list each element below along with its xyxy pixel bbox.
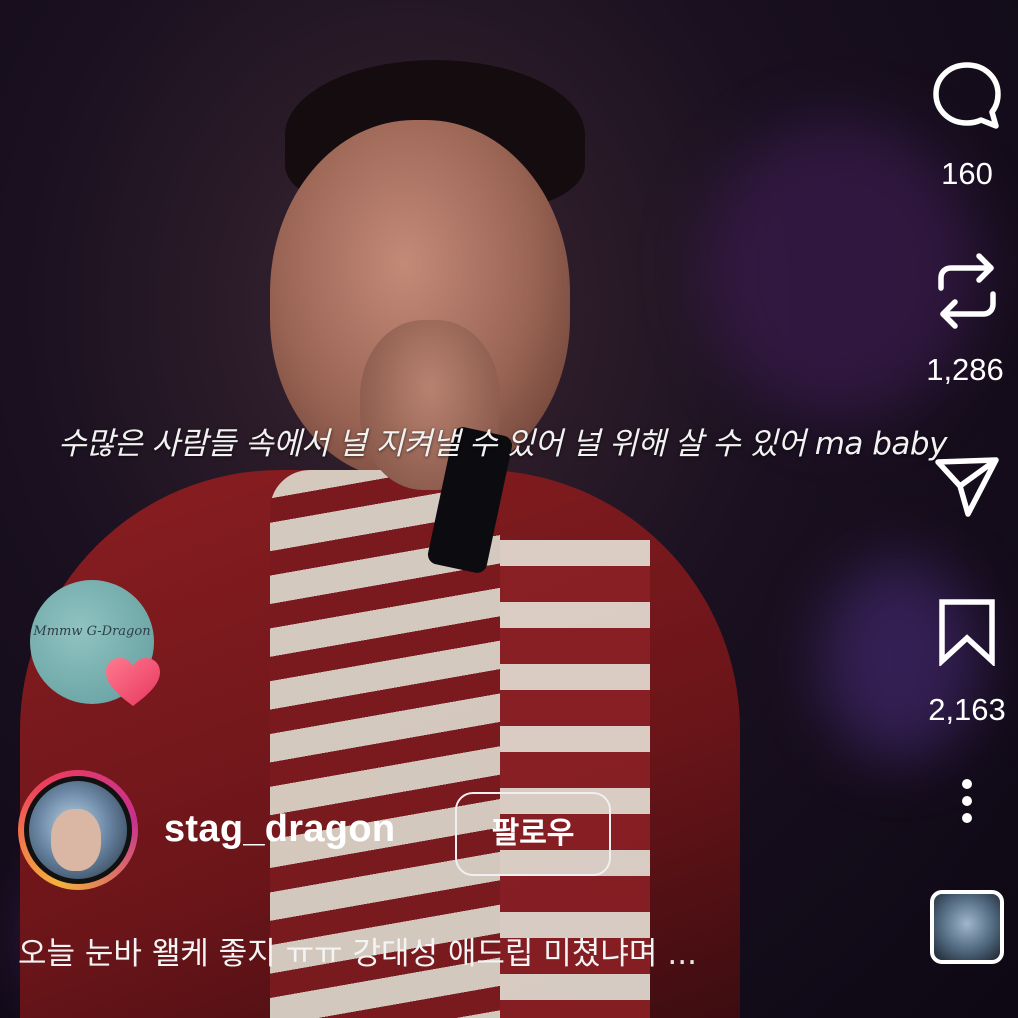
more-vertical-icon [962, 779, 972, 823]
reel-viewer[interactable]: 수많은 사람들 속에서 널 지켜낼 수 있어 널 위해 살 수 있어 ma ba… [0, 0, 1018, 1018]
heart-icon [106, 658, 160, 706]
creator-row: stag_dragon 팔로우 [18, 770, 718, 890]
more-options-button[interactable] [917, 778, 1017, 824]
caption-more[interactable]: ... [667, 936, 697, 972]
saves-count: 2,163 [928, 692, 1006, 727]
send-icon [935, 457, 999, 517]
reposts-count: 1,286 [926, 352, 1004, 387]
video-subtitle: 수많은 사람들 속에서 널 지켜낼 수 있어 널 위해 살 수 있어 ma ba… [58, 426, 947, 462]
username-link[interactable]: stag_dragon [164, 808, 395, 851]
share-button[interactable] [917, 450, 1017, 520]
caption[interactable]: 오늘 눈바 왤케 좋지 ㅠㅠ 강대성 애드립 미쳤냐며... [18, 928, 697, 973]
comments-count: 160 [941, 156, 993, 191]
caption-text: 오늘 눈바 왤케 좋지 ㅠㅠ 강대성 애드립 미쳤냐며 [18, 936, 658, 972]
comment-button[interactable]: 160 [917, 60, 1017, 192]
badge-script-text: Mmmw G-Dragon [33, 624, 151, 639]
repost-icon [938, 253, 996, 329]
avatar[interactable] [18, 770, 138, 890]
audio-thumbnail[interactable] [930, 890, 1004, 964]
repost-button[interactable]: 1,286 [917, 252, 1017, 388]
follow-button[interactable]: 팔로우 [455, 792, 611, 876]
bookmark-icon [939, 599, 995, 666]
comment-icon [933, 62, 1001, 129]
save-button[interactable]: 2,163 [917, 598, 1017, 728]
